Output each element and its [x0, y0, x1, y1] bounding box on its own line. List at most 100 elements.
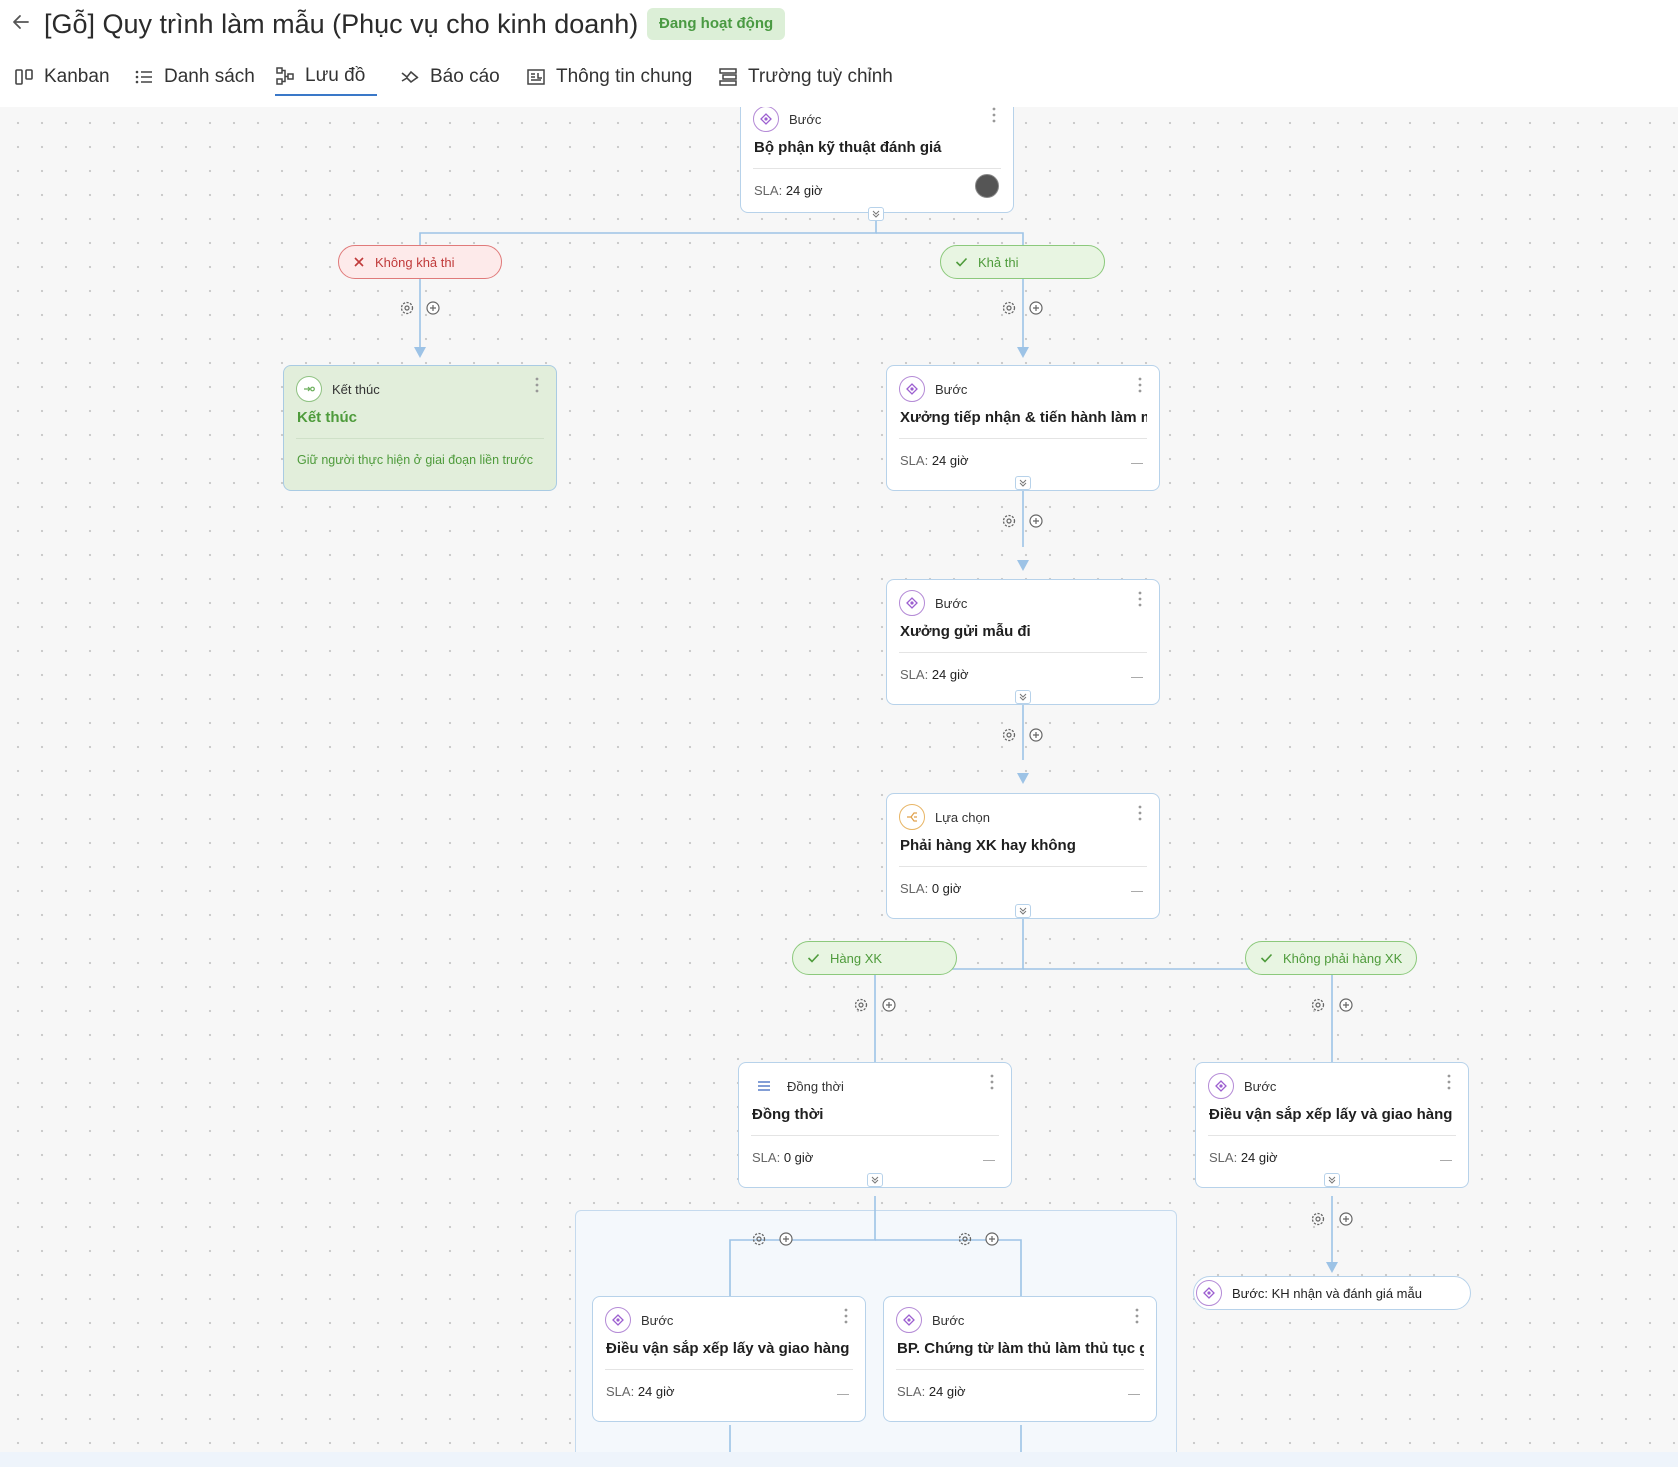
tab-flowchart[interactable]: Lưu đồ — [275, 58, 378, 96]
divider — [896, 1369, 1144, 1370]
plus-circle-icon[interactable] — [1338, 997, 1354, 1013]
branch-not-feasible[interactable]: Không khả thi — [338, 245, 502, 279]
more-vertical-icon[interactable] — [1137, 590, 1143, 608]
node-sla: SLA: 24 giờ — [606, 1384, 675, 1399]
node-type: Bước — [899, 590, 967, 616]
sla-value: 24 giờ — [785, 183, 823, 198]
gear-icon[interactable] — [853, 997, 869, 1013]
more-vertical-icon[interactable] — [1134, 1307, 1140, 1325]
node-type: Bước — [899, 376, 967, 402]
sla-label: SLA: — [897, 1384, 926, 1399]
node-note: Giữ người thực hiện ở giai đoạn liền trư… — [297, 453, 533, 467]
step-node[interactable]: Bước Điều vận sắp xếp lấy và giao hàng S… — [1195, 1062, 1469, 1188]
collapse-button[interactable] — [868, 207, 884, 221]
branch-label: Hàng XK — [830, 950, 883, 966]
node-title: Kết thúc — [297, 409, 357, 426]
node-type: Lựa chọn — [899, 804, 990, 830]
flowchart-canvas[interactable]: Không khả thi Khả thi Hàng XK Không phải… — [0, 107, 1678, 1452]
tab-kanban[interactable]: Kanban — [14, 58, 110, 96]
branch-not-export[interactable]: Không phải hàng XK — [1245, 941, 1417, 975]
sla-label: SLA: — [900, 667, 929, 682]
status-badge: Đang hoạt động — [647, 8, 786, 40]
plus-circle-icon[interactable] — [778, 1231, 794, 1247]
tab-report[interactable]: Báo cáo — [400, 58, 500, 96]
gear-icon[interactable] — [1001, 300, 1017, 316]
gear-icon[interactable] — [1001, 513, 1017, 529]
gear-icon[interactable] — [957, 1231, 973, 1247]
node-type-label: Bước — [789, 111, 822, 127]
collapse-button[interactable] — [1015, 904, 1031, 918]
step-icon — [753, 107, 779, 132]
plus-circle-icon[interactable] — [1028, 300, 1044, 316]
plus-circle-icon[interactable] — [1338, 1211, 1354, 1227]
branch-label: Không phải hàng XK — [1283, 950, 1403, 966]
more-vertical-icon[interactable] — [989, 1073, 995, 1091]
gear-icon[interactable] — [1310, 1211, 1326, 1227]
plus-circle-icon[interactable] — [1028, 513, 1044, 529]
empty-assignee — [1131, 463, 1143, 464]
report-icon — [401, 70, 419, 84]
node-type-label: Bước — [932, 1312, 965, 1328]
tab-list[interactable]: Danh sách — [134, 58, 255, 96]
page-title: [Gỗ] Quy trình làm mẫu (Phục vụ cho kinh… — [44, 9, 639, 39]
chevron-double-down-icon — [1019, 479, 1027, 487]
info-icon — [527, 69, 545, 85]
sla-value: 24 giờ — [931, 667, 969, 682]
gear-icon[interactable] — [399, 300, 415, 316]
flow-connectors — [414, 214, 1338, 1452]
node-sla: SLA: 0 giờ — [900, 881, 961, 896]
gear-icon[interactable] — [751, 1231, 767, 1247]
node-type: Bước — [1208, 1073, 1276, 1099]
gear-icon[interactable] — [1310, 997, 1326, 1013]
node-type-label: Bước — [1244, 1078, 1277, 1094]
choice-node[interactable]: Lựa chọn Phải hàng XK hay không SLA: 0 g… — [886, 793, 1160, 919]
node-label: Bước: KH nhận và đánh giá mẫu — [1232, 1285, 1422, 1301]
step-icon — [1196, 1280, 1222, 1306]
tab-label: Lưu đồ — [305, 65, 366, 86]
collapse-button[interactable] — [1324, 1173, 1340, 1187]
back-arrow-icon[interactable] — [10, 11, 32, 33]
sla-value: 24 giờ — [637, 1384, 675, 1399]
plus-circle-icon[interactable] — [425, 300, 441, 316]
tab-label: Thông tin chung — [556, 66, 693, 87]
empty-assignee — [1131, 891, 1143, 892]
more-vertical-icon[interactable] — [843, 1307, 849, 1325]
node-type: Kết thúc — [296, 376, 380, 402]
more-vertical-icon[interactable] — [1446, 1073, 1452, 1091]
chevron-double-down-icon — [1328, 1176, 1336, 1184]
plus-circle-icon[interactable] — [1028, 727, 1044, 743]
more-vertical-icon[interactable] — [534, 376, 540, 394]
more-vertical-icon[interactable] — [991, 107, 997, 124]
tab-general-info[interactable]: Thông tin chung — [526, 58, 692, 96]
step-node[interactable]: Bước Bộ phận kỹ thuật đánh giá SLA: 24 g… — [740, 107, 1014, 213]
avatar[interactable] — [975, 174, 999, 198]
step-node[interactable]: Bước Điều vận sắp xếp lấy và giao hàng S… — [592, 1296, 866, 1422]
step-node[interactable]: Bước Xưởng gửi mẫu đi SLA: 24 giờ — [886, 579, 1160, 705]
node-title: Phải hàng XK hay không — [900, 837, 1076, 854]
collapse-button[interactable] — [1015, 476, 1031, 490]
branch-feasible[interactable]: Khả thi — [940, 245, 1105, 279]
tab-label: Kanban — [44, 66, 110, 87]
node-type-label: Bước — [935, 381, 968, 397]
step-node[interactable]: Bước Xưởng tiếp nhận & tiến hành làm m..… — [886, 365, 1160, 491]
more-vertical-icon[interactable] — [1137, 376, 1143, 394]
collapse-button[interactable] — [1015, 690, 1031, 704]
end-node[interactable]: Kết thúc Kết thúc Giữ người thực hiện ở … — [283, 365, 557, 491]
node-sla: SLA: 24 giờ — [754, 183, 823, 198]
collapse-button[interactable] — [867, 1173, 883, 1187]
plus-circle-icon[interactable] — [984, 1231, 1000, 1247]
node-sla: SLA: 24 giờ — [897, 1384, 966, 1399]
divider — [899, 652, 1147, 653]
tab-custom-fields[interactable]: Trường tuỳ chỉnh — [718, 58, 893, 96]
node-sla: SLA: 0 giờ — [752, 1150, 813, 1165]
parallel-node[interactable]: Đồng thời Đồng thời SLA: 0 giờ — [738, 1062, 1012, 1188]
more-vertical-icon[interactable] — [1137, 804, 1143, 822]
step-summary-node[interactable]: Bước: KH nhận và đánh giá mẫu — [1193, 1276, 1471, 1310]
canvas-scrollbar[interactable] — [0, 1452, 1678, 1467]
step-node[interactable]: Bước BP. Chứng từ làm thủ làm thủ tục g.… — [883, 1296, 1157, 1422]
branch-icon — [899, 804, 925, 830]
gear-icon[interactable] — [1001, 727, 1017, 743]
plus-circle-icon[interactable] — [881, 997, 897, 1013]
node-sla: SLA: 24 giờ — [1209, 1150, 1278, 1165]
branch-export[interactable]: Hàng XK — [792, 941, 957, 975]
